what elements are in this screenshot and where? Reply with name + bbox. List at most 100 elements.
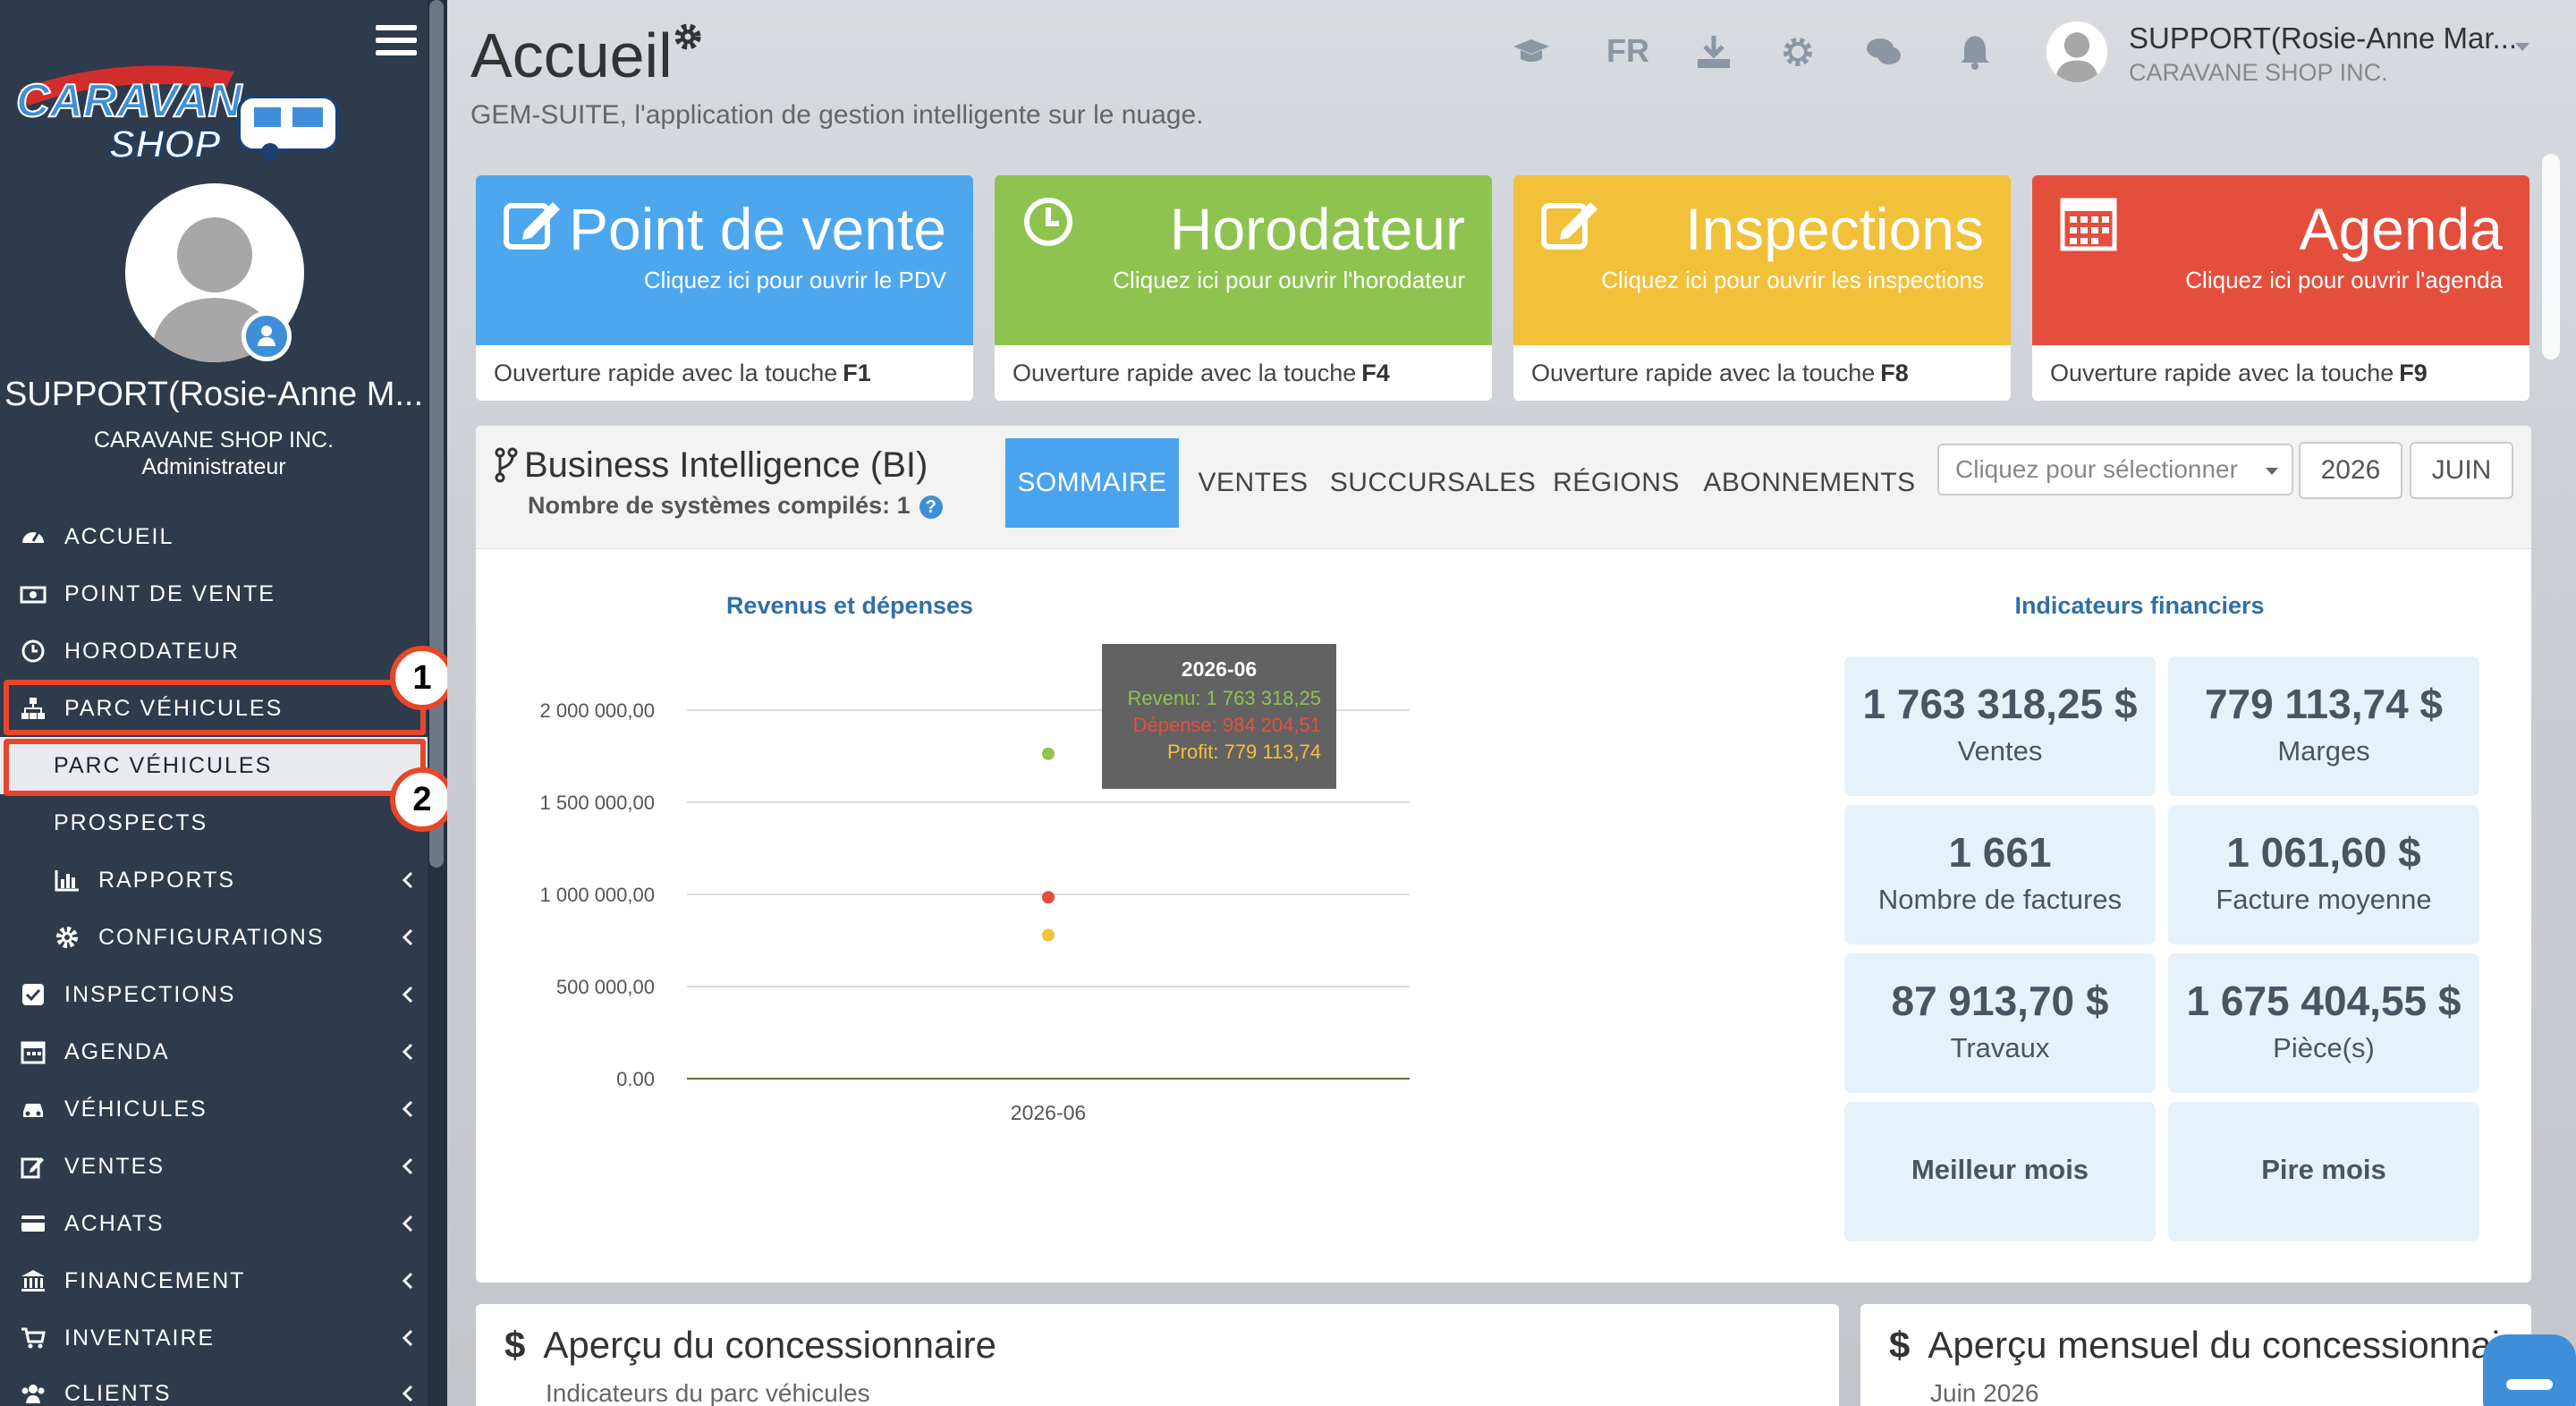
sidebar-subitem-configurations[interactable]: CONFIGURATIONS [0,909,428,966]
stat-value: 1 675 404,55 $ [2186,978,2462,1024]
gear-icon [54,924,80,951]
tab-succursales[interactable]: SUCCURSALES [1326,438,1540,528]
chevron-left-icon [402,1043,413,1061]
sidebar-subitem-parc-vehicules[interactable]: PARC VÉHICULES [0,737,428,794]
bi-header: Business Intelligence (BI) Nombre de sys… [476,426,2531,549]
sidebar-user-name: SUPPORT(Rosie-Anne M... [4,376,424,413]
sidebar-item-inspections[interactable]: INSPECTIONS [0,966,428,1023]
sidebar-item-point-de-vente[interactable]: POINT DE VENTE [0,565,428,623]
dollar-icon: $ [1889,1324,1911,1366]
chevron-left-icon [402,1272,413,1290]
chat-bubble-icon [2506,1379,2553,1390]
tooltip-profit: Profit: 779 113,74 [1167,741,1321,763]
header-user-name[interactable]: SUPPORT(Rosie-Anne Mar... [2129,21,2517,55]
dashboard-icon [20,523,47,550]
chevron-left-icon [402,986,413,1004]
stat-marges: 779 113,74 $ Marges [2168,656,2479,796]
edit-icon [504,202,560,250]
card-title: $ Aperçu du concessionnaire [504,1324,996,1367]
sidebar-item-ventes[interactable]: VENTES [0,1138,428,1195]
stat-pieces: 1 675 404,55 $ Pièce(s) [2168,953,2479,1093]
sitemap-icon [20,695,47,722]
tab-abonnements[interactable]: ABONNEMENTS [1692,438,1927,528]
sidebar-subitem-rapports[interactable]: RAPPORTS [0,851,428,909]
sidebar-item-label: RAPPORTS [98,867,236,893]
caravan-shop-logo[interactable]: CARAVAN SHOP [11,54,351,170]
tab-regions[interactable]: RÉGIONS [1549,438,1683,528]
y-tick-label: 1 000 000,00 [540,884,655,906]
year-select[interactable]: 2026 [2299,442,2402,499]
stat-travaux: 87 913,70 $ Travaux [1844,953,2156,1093]
tile-subtitle: Cliquez ici pour ouvrir l'horodateur [1113,267,1465,293]
help-icon[interactable]: ? [919,495,943,519]
step-marker-1: 1 [390,646,454,710]
data-point-depense[interactable] [1042,891,1055,904]
sidebar-item-inventaire[interactable]: INVENTAIRE [0,1309,428,1367]
credit-card-icon [20,1210,47,1237]
sidebar-item-achats[interactable]: ACHATS [0,1195,428,1252]
stat-value: 1 763 318,25 $ [1862,681,2138,727]
stat-label: Nombre de factures [1877,884,2123,915]
month-select[interactable]: JUIN [2410,442,2513,499]
sidebar-item-horodateur[interactable]: HORODATEUR [0,623,428,680]
stat-label: Travaux [1950,1032,2050,1063]
sidebar-item-accueil[interactable]: ACCUEIL [0,508,428,565]
tile-title: Inspections [1685,196,1984,262]
clock-icon [1024,198,1072,246]
settings-icon[interactable] [1778,32,1818,72]
tile-point-de-vente[interactable]: Point de vente Cliquez ici pour ouvrir l… [476,175,973,401]
bar-chart-icon [54,867,80,894]
sidebar-item-financement[interactable]: FINANCEMENT [0,1252,428,1309]
bell-icon[interactable] [1955,32,1995,72]
sidebar-item-label: HORODATEUR [64,638,240,664]
chat-icon[interactable] [1864,32,1903,72]
sidebar-item-label: PARC VÉHICULES [54,752,273,778]
stat-nombre-factures: 1 661 Nombre de factures [1844,805,2156,944]
main-scrollbar-thumb[interactable] [2542,154,2560,360]
data-point-profit[interactable] [1042,928,1055,942]
main-content: Accueil GEM-SUITE, l'application de gest… [447,0,2576,1406]
tab-sommaire[interactable]: SOMMAIRE [1005,438,1179,528]
user-badge-icon[interactable] [242,311,292,361]
graduation-cap-icon[interactable] [1512,32,1551,72]
tile-agenda[interactable]: Agenda Cliquez ici pour ouvrir l'agenda … [2032,175,2529,401]
sidebar: CARAVAN SHOP SUPPORT(Rosie-Anne M... CAR… [0,0,447,1406]
bi-subtitle: Nombre de systèmes compilés: 1? [528,492,943,520]
data-point-revenu[interactable] [1042,747,1055,760]
tile-footer-text: Ouverture rapide avec la touche [494,359,838,386]
header-avatar[interactable] [2045,20,2109,84]
calendar-icon [20,1038,47,1065]
tile-shortcut-key: F8 [1880,359,1909,386]
menu-toggle-icon[interactable] [376,25,417,57]
stat-facture-moyenne: 1 061,60 $ Facture moyenne [2168,805,2479,944]
tile-inspections[interactable]: Inspections Cliquez ici pour ouvrir les … [1513,175,2011,401]
chevron-down-icon[interactable] [2513,41,2531,54]
tile-top: Agenda Cliquez ici pour ouvrir l'agenda [2032,175,2529,345]
sidebar-subitem-prospects[interactable]: PROSPECTS [0,794,428,851]
tile-top: Point de vente Cliquez ici pour ouvrir l… [476,175,973,345]
tab-ventes[interactable]: VENTES [1191,438,1315,528]
tile-footer: Ouverture rapide avec la touche F1 [476,345,973,401]
sidebar-item-parc-vehicules[interactable]: PARC VÉHICULES [0,680,428,737]
tile-horodateur[interactable]: Horodateur Cliquez ici pour ouvrir l'hor… [995,175,1492,401]
download-icon[interactable] [1694,32,1733,72]
stat-meilleur-mois: Meilleur mois [1844,1102,2156,1241]
stat-label: Pire mois [2261,1154,2386,1185]
sidebar-company: CARAVANE SHOP INC. [93,428,335,453]
language-switch[interactable]: FR [1606,32,1649,70]
sidebar-item-agenda[interactable]: AGENDA [0,1023,428,1080]
gear-icon[interactable] [673,21,703,52]
sidebar-item-vehicules[interactable]: VÉHICULES [0,1080,428,1138]
sidebar-item-label: AGENDA [64,1038,170,1064]
sidebar-scrollbar-thumb[interactable] [429,0,444,868]
stat-label: Facture moyenne [2216,884,2432,915]
card-title-text: Aperçu du concessionnaire [543,1324,997,1366]
tile-footer: Ouverture rapide avec la touche F4 [995,345,1492,401]
live-chat-button[interactable] [2483,1334,2576,1406]
bi-title: Business Intelligence (BI) [524,445,928,485]
sidebar-item-clients[interactable]: CLIENTS [0,1365,428,1406]
tile-title: Point de vente [569,196,946,262]
tile-footer: Ouverture rapide avec la touche F9 [2032,345,2529,401]
tile-footer: Ouverture rapide avec la touche F8 [1513,345,2011,401]
branch-select[interactable]: Cliquez pour sélectionner [1937,444,2293,495]
